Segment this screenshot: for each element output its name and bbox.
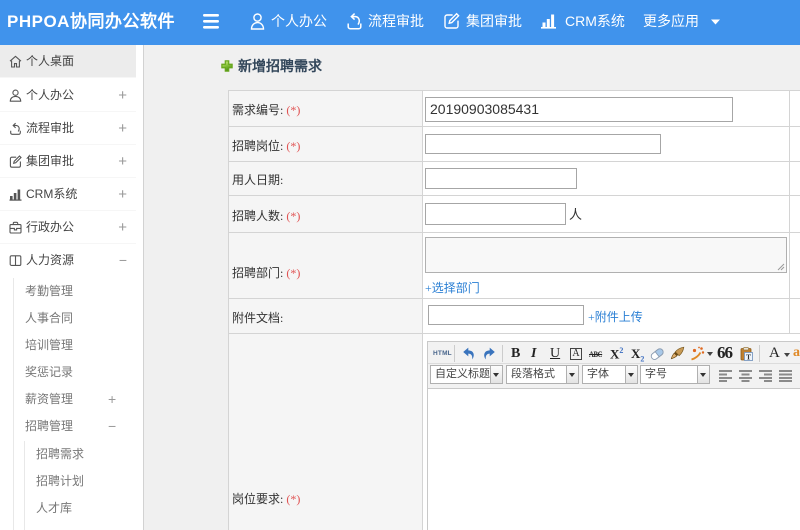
svg-text:T: T [746,352,751,361]
